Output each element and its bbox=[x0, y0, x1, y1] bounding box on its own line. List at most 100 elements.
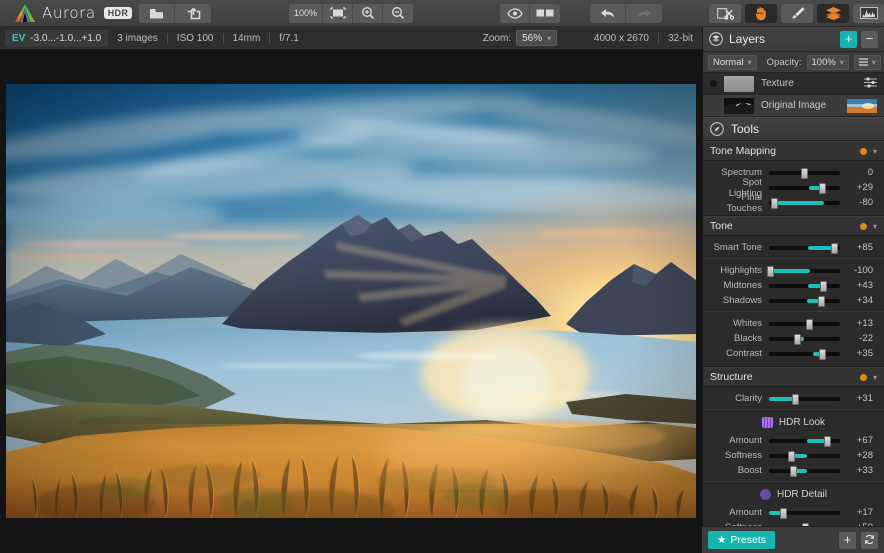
image-canvas[interactable] bbox=[0, 50, 702, 553]
slider-row[interactable]: Whites +13 bbox=[703, 316, 884, 331]
slider-knob[interactable] bbox=[801, 168, 808, 179]
slider-knob[interactable] bbox=[790, 466, 797, 477]
group-active-dot[interactable] bbox=[860, 374, 867, 381]
chevron-down-icon[interactable]: ▾ bbox=[873, 147, 877, 156]
slider-knob[interactable] bbox=[794, 334, 801, 345]
top-toolbar: Aurora HDR 100% bbox=[0, 0, 884, 27]
presets-bottom-bar: ★ Presets + bbox=[702, 526, 884, 553]
slider-knob[interactable] bbox=[788, 451, 795, 462]
slider-row[interactable]: Contrast +35 bbox=[703, 346, 884, 361]
tone-subgroup-3: Whites +13 Blacks -22 bbox=[703, 311, 884, 361]
group-active-dot[interactable] bbox=[860, 148, 867, 155]
layer-row-original-image[interactable]: Original Image bbox=[703, 95, 884, 117]
add-layer-button[interactable]: + bbox=[840, 31, 857, 48]
slider-label: Contrast bbox=[707, 348, 769, 359]
eye-preview-icon bbox=[507, 8, 523, 19]
sync-presets-button[interactable] bbox=[861, 532, 878, 549]
slider-knob[interactable] bbox=[819, 183, 826, 194]
slider-track[interactable] bbox=[769, 322, 840, 326]
presets-button[interactable]: ★ Presets bbox=[708, 531, 775, 549]
slider-row[interactable]: Blacks -22 bbox=[703, 331, 884, 346]
slider-row[interactable]: Amount +17 bbox=[703, 505, 884, 520]
preview-toggle-button[interactable] bbox=[500, 4, 530, 23]
ev-chip[interactable]: EV -3.0...-1.0...+1.0 bbox=[5, 30, 108, 47]
slider-row[interactable]: Boost +33 bbox=[703, 463, 884, 478]
adjust-sliders-icon[interactable] bbox=[864, 77, 877, 91]
slider-knob[interactable] bbox=[771, 198, 778, 209]
slider-value: +31 bbox=[840, 393, 873, 404]
layers-tool-button[interactable] bbox=[817, 4, 849, 23]
compare-view-button[interactable] bbox=[530, 4, 560, 23]
layer-row-texture[interactable]: Texture bbox=[703, 73, 884, 95]
slider-row[interactable]: Highlights -100 bbox=[703, 263, 884, 278]
slider-knob[interactable] bbox=[792, 394, 799, 405]
group-header-structure[interactable]: Structure ▾ bbox=[703, 367, 884, 387]
layers-title: Layers bbox=[729, 32, 765, 46]
zoom-in-button[interactable] bbox=[353, 4, 383, 23]
slider-track[interactable] bbox=[769, 186, 840, 190]
slider-knob[interactable] bbox=[780, 508, 787, 519]
slider-row[interactable]: Shadows +34 bbox=[703, 293, 884, 308]
undo-button[interactable] bbox=[590, 4, 626, 23]
group-header-tone[interactable]: Tone ▾ bbox=[703, 216, 884, 236]
slider-row[interactable]: Softness +28 bbox=[703, 448, 884, 463]
slider-track[interactable] bbox=[769, 269, 840, 273]
slider-track[interactable] bbox=[769, 469, 840, 473]
slider-value: -80 bbox=[840, 197, 873, 208]
chevron-down-icon[interactable]: ▾ bbox=[873, 222, 877, 231]
slider-track[interactable] bbox=[769, 511, 840, 515]
layer-menu-button[interactable]: ▾ bbox=[854, 55, 881, 70]
slider-knob[interactable] bbox=[819, 349, 826, 360]
group-header-tone-mapping[interactable]: Tone Mapping ▾ bbox=[703, 141, 884, 161]
redo-button[interactable] bbox=[626, 4, 662, 23]
slider-label: Boost bbox=[707, 465, 769, 476]
zoom-out-button[interactable] bbox=[383, 4, 413, 23]
image-info-bar: EV -3.0...-1.0...+1.0 3 images ISO 100 1… bbox=[0, 27, 702, 50]
fit-to-screen-button[interactable] bbox=[323, 4, 353, 23]
crop-tool-button[interactable] bbox=[709, 4, 741, 23]
hand-tool-button[interactable] bbox=[745, 4, 777, 23]
layer-visibility-dot[interactable] bbox=[710, 102, 717, 109]
slider-track[interactable] bbox=[769, 284, 840, 288]
export-button[interactable] bbox=[175, 4, 211, 23]
zoom-select[interactable]: 56% ▾ bbox=[516, 30, 557, 46]
add-preset-button[interactable]: + bbox=[839, 532, 856, 549]
slider-row[interactable]: Midtones +43 bbox=[703, 278, 884, 293]
slider-row[interactable]: Amount +67 bbox=[703, 433, 884, 448]
slider-value: +35 bbox=[840, 348, 873, 359]
slider-track[interactable] bbox=[769, 246, 840, 250]
slider-row[interactable]: Final Touches -80 bbox=[703, 195, 884, 210]
crop-scissors-icon bbox=[717, 7, 734, 20]
remove-layer-button[interactable]: − bbox=[861, 31, 878, 48]
slider-track[interactable] bbox=[769, 397, 840, 401]
opacity-select[interactable]: 100% ▾ bbox=[807, 55, 849, 70]
histogram-button[interactable] bbox=[853, 4, 884, 23]
slider-row[interactable]: Clarity +31 bbox=[703, 391, 884, 406]
brush-tool-button[interactable] bbox=[781, 4, 813, 23]
layer-name: Original Image bbox=[761, 100, 840, 111]
slider-knob[interactable] bbox=[767, 266, 774, 277]
slider-knob[interactable] bbox=[806, 319, 813, 330]
opacity-label: Opacity: bbox=[767, 57, 802, 68]
blend-mode-select[interactable]: Normal ▾ bbox=[708, 55, 757, 70]
tools-scroll-area[interactable]: Tone Mapping ▾ Spectrum 0 Spot Lighting bbox=[703, 141, 884, 553]
layer-visibility-dot[interactable] bbox=[710, 80, 717, 87]
zoom-100-button[interactable]: 100% bbox=[289, 4, 323, 23]
chevron-down-icon[interactable]: ▾ bbox=[873, 373, 877, 382]
slider-knob[interactable] bbox=[831, 243, 838, 254]
slider-track[interactable] bbox=[769, 439, 840, 443]
slider-track[interactable] bbox=[769, 454, 840, 458]
group-active-dot[interactable] bbox=[860, 223, 867, 230]
open-button[interactable] bbox=[139, 4, 175, 23]
slider-track[interactable] bbox=[769, 171, 840, 175]
slider-knob[interactable] bbox=[824, 436, 831, 447]
slider-knob[interactable] bbox=[820, 281, 827, 292]
aperture-value: f/7.1 bbox=[270, 33, 307, 44]
ev-label: EV bbox=[12, 33, 25, 44]
slider-knob[interactable] bbox=[818, 296, 825, 307]
slider-track[interactable] bbox=[769, 201, 840, 205]
slider-track[interactable] bbox=[769, 299, 840, 303]
slider-track[interactable] bbox=[769, 337, 840, 341]
slider-track[interactable] bbox=[769, 352, 840, 356]
slider-row[interactable]: Smart Tone +85 bbox=[703, 240, 884, 255]
